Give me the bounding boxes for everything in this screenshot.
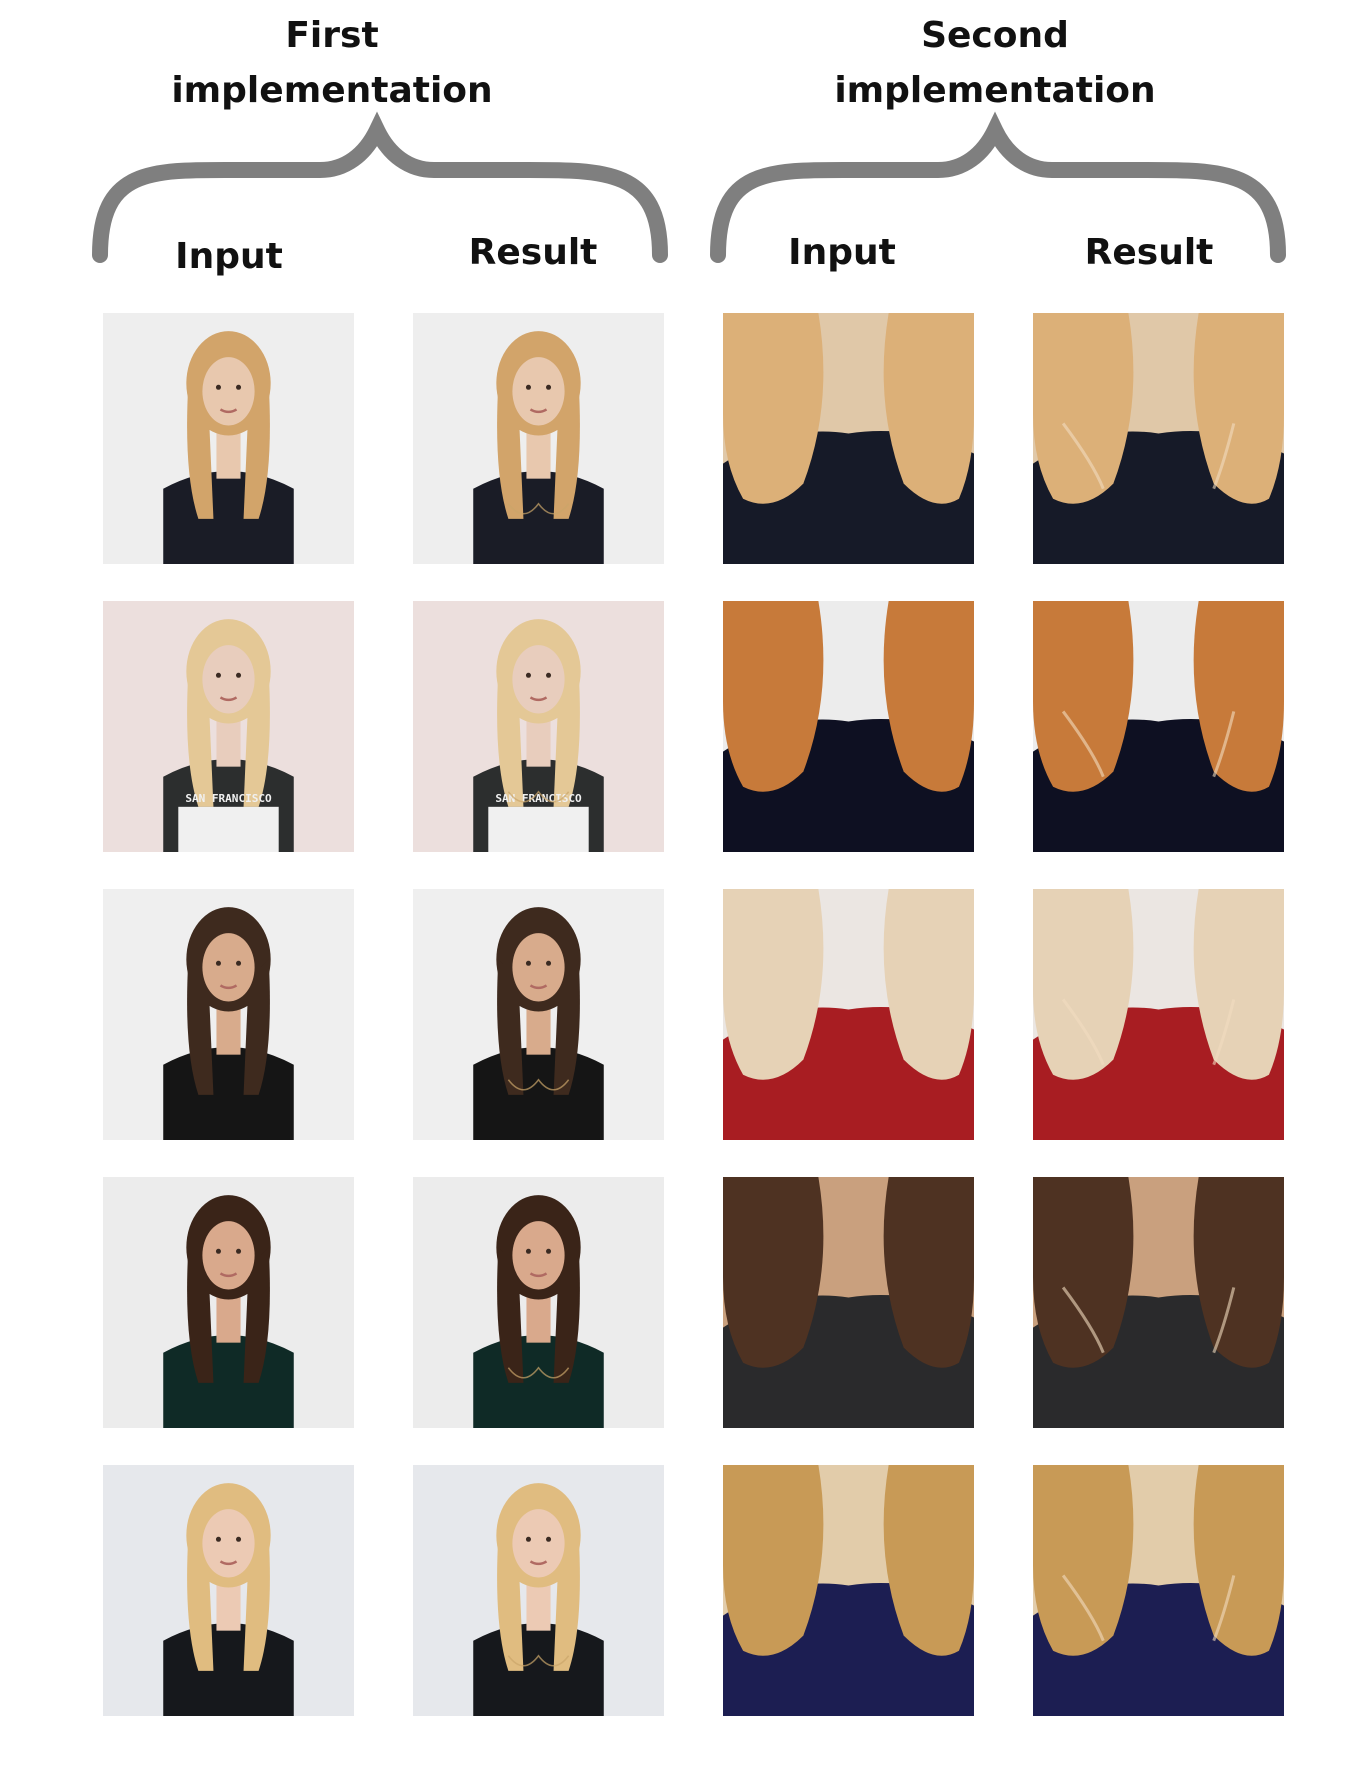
portrait-illustration: [103, 1465, 354, 1716]
portrait-illustration: [103, 889, 354, 1140]
crop-illustration: [723, 1177, 974, 1428]
portrait-illustration: SAN FRANCISCO: [103, 601, 354, 852]
first-result-image: [413, 1177, 664, 1428]
first-result-image: [413, 313, 664, 564]
second-result-image: [1033, 1465, 1284, 1716]
crop-illustration: [1033, 1177, 1284, 1428]
crop-illustration: [723, 1465, 974, 1716]
group-title-second-line2: implementation: [834, 70, 1156, 111]
portrait-illustration: [413, 1465, 664, 1716]
group-title-second-line1: Second: [921, 15, 1069, 56]
second-input-image: [723, 313, 974, 564]
group-title-first: First implementation: [122, 8, 542, 118]
portrait-illustration: [413, 889, 664, 1140]
first-input-image: SAN FRANCISCO: [103, 601, 354, 852]
crop-illustration: [723, 313, 974, 564]
second-result-image: [1033, 1177, 1284, 1428]
column-label-first-result: Result: [468, 232, 598, 273]
first-result-image: SAN FRANCISCO: [413, 601, 664, 852]
second-input-image: [723, 889, 974, 1140]
portrait-illustration: [413, 313, 664, 564]
second-input-image: [723, 601, 974, 852]
crop-illustration: [723, 601, 974, 852]
second-result-image: [1033, 313, 1284, 564]
first-input-image: [103, 889, 354, 1140]
second-result-image: [1033, 601, 1284, 852]
portrait-illustration: [413, 1177, 664, 1428]
svg-text:SAN FRANCISCO: SAN FRANCISCO: [495, 792, 582, 805]
second-input-image: [723, 1465, 974, 1716]
first-input-image: [103, 1177, 354, 1428]
first-input-image: [103, 313, 354, 564]
column-label-first-input: Input: [175, 236, 283, 277]
first-result-image: [413, 1465, 664, 1716]
svg-text:SAN FRANCISCO: SAN FRANCISCO: [185, 792, 272, 805]
second-input-image: [723, 1177, 974, 1428]
second-result-image: [1033, 889, 1284, 1140]
crop-illustration: [1033, 313, 1284, 564]
first-result-image: [413, 889, 664, 1140]
column-label-second-result: Result: [1084, 232, 1214, 273]
portrait-illustration: [103, 313, 354, 564]
portrait-illustration: [103, 1177, 354, 1428]
group-title-second: Second implementation: [785, 8, 1205, 118]
portrait-illustration: SAN FRANCISCO: [413, 601, 664, 852]
crop-illustration: [1033, 1465, 1284, 1716]
crop-illustration: [1033, 889, 1284, 1140]
group-title-first-line1: First: [285, 15, 379, 56]
group-title-first-line2: implementation: [171, 70, 493, 111]
crop-illustration: [1033, 601, 1284, 852]
column-label-second-input: Input: [788, 232, 896, 273]
crop-illustration: [723, 889, 974, 1140]
first-input-image: [103, 1465, 354, 1716]
